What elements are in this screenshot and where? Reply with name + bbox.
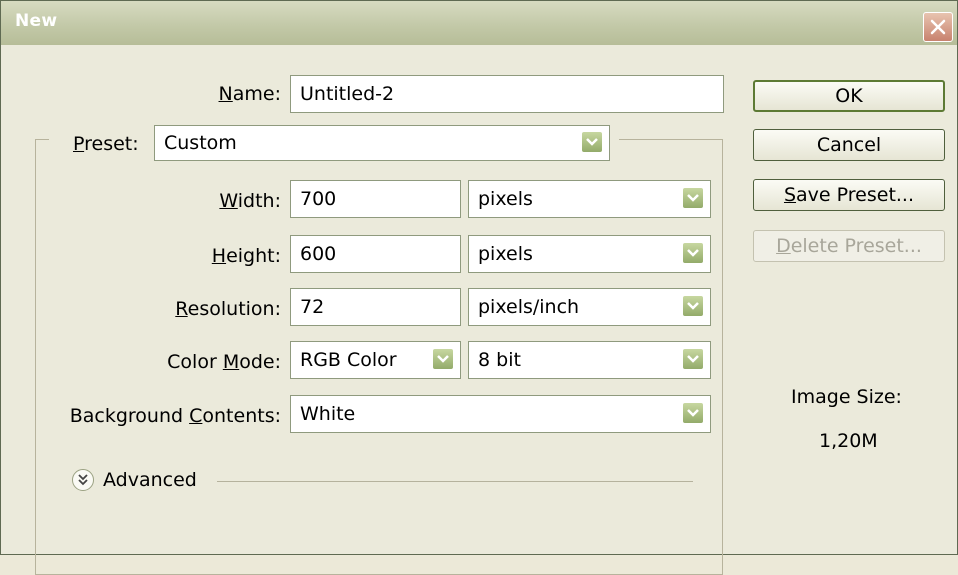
close-button[interactable] bbox=[923, 12, 953, 42]
background-contents-label: Background Contents: bbox=[69, 405, 281, 427]
advanced-divider bbox=[217, 481, 693, 482]
resolution-input[interactable]: 72 bbox=[290, 288, 461, 326]
resolution-value: 72 bbox=[300, 296, 325, 318]
bit-depth-dropdown-button[interactable] bbox=[682, 348, 704, 370]
width-unit-select[interactable]: pixels bbox=[468, 180, 711, 218]
resolution-unit-dropdown-button[interactable] bbox=[682, 295, 704, 317]
height-label: Height: bbox=[211, 245, 281, 267]
new-document-dialog: New Name: Untitled-2 Preset: Custom Widt… bbox=[0, 0, 958, 575]
name-value: Untitled-2 bbox=[300, 83, 395, 105]
chevron-down-icon bbox=[437, 355, 449, 363]
resolution-unit-value: pixels/inch bbox=[478, 296, 580, 318]
image-size-value: 1,20M bbox=[819, 430, 878, 452]
preset-select[interactable]: Custom bbox=[154, 125, 610, 161]
background-contents-dropdown-button[interactable] bbox=[682, 402, 704, 424]
bit-depth-value: 8 bit bbox=[478, 349, 521, 371]
save-preset-button[interactable]: Save Preset... bbox=[753, 179, 945, 211]
width-label: Width: bbox=[219, 190, 281, 212]
close-icon bbox=[930, 19, 946, 35]
cancel-button[interactable]: Cancel bbox=[753, 129, 945, 161]
resolution-label: Resolution: bbox=[175, 298, 281, 320]
height-value: 600 bbox=[300, 243, 337, 265]
height-unit-dropdown-button[interactable] bbox=[682, 242, 704, 264]
width-unit-value: pixels bbox=[478, 188, 533, 210]
name-input[interactable]: Untitled-2 bbox=[290, 75, 724, 113]
dialog-body: Name: Untitled-2 Preset: Custom Width: 7… bbox=[1, 45, 957, 575]
resolution-unit-select[interactable]: pixels/inch bbox=[468, 288, 711, 326]
height-input[interactable]: 600 bbox=[290, 235, 461, 273]
width-value: 700 bbox=[300, 188, 337, 210]
width-input[interactable]: 700 bbox=[290, 180, 461, 218]
preset-value: Custom bbox=[164, 132, 237, 154]
preset-dropdown-button[interactable] bbox=[581, 131, 603, 153]
color-mode-dropdown-button[interactable] bbox=[432, 348, 454, 370]
chevron-down-icon bbox=[687, 302, 699, 310]
advanced-label[interactable]: Advanced bbox=[103, 469, 197, 491]
ok-button[interactable]: OK bbox=[753, 80, 945, 112]
image-size-label: Image Size: bbox=[791, 386, 902, 408]
color-mode-select[interactable]: RGB Color bbox=[290, 341, 461, 379]
color-mode-value: RGB Color bbox=[300, 349, 397, 371]
background-contents-select[interactable]: White bbox=[290, 395, 711, 433]
height-unit-value: pixels bbox=[478, 243, 533, 265]
chevron-down-icon bbox=[586, 138, 598, 146]
title-bar[interactable]: New bbox=[1, 1, 957, 45]
chevron-down-icon bbox=[687, 409, 699, 417]
delete-preset-button: Delete Preset... bbox=[753, 230, 945, 262]
bit-depth-select[interactable]: 8 bit bbox=[468, 341, 711, 379]
color-mode-label: Color Mode: bbox=[167, 351, 281, 373]
chevron-down-icon bbox=[687, 249, 699, 257]
chevron-down-icon bbox=[687, 355, 699, 363]
background-contents-value: White bbox=[300, 403, 356, 425]
name-label: Name: bbox=[218, 83, 281, 105]
window-title: New bbox=[15, 11, 58, 31]
advanced-toggle-button[interactable] bbox=[72, 469, 94, 491]
height-unit-select[interactable]: pixels bbox=[468, 235, 711, 273]
chevron-double-down-icon bbox=[78, 474, 88, 486]
chevron-down-icon bbox=[687, 194, 699, 202]
width-unit-dropdown-button[interactable] bbox=[682, 187, 704, 209]
preset-label: Preset: bbox=[73, 133, 139, 155]
